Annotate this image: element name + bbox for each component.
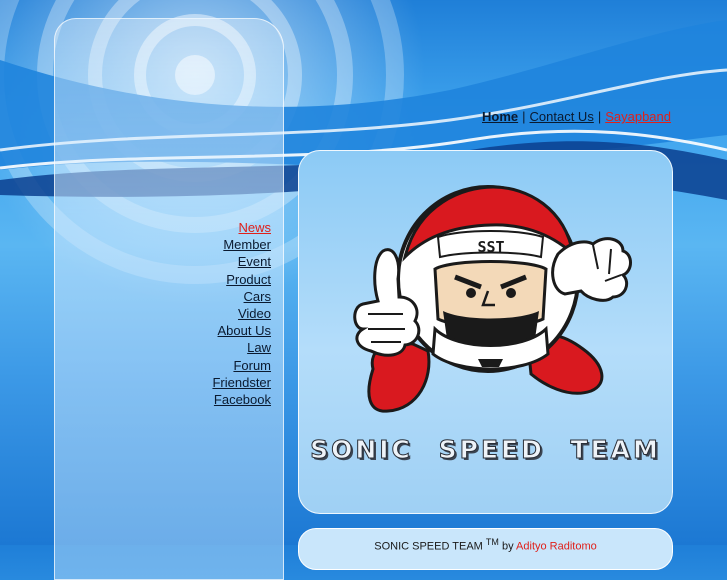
sst-mascot-image: SST: [353, 185, 632, 413]
top-navigation: Home | Contact Us | Sayapband: [482, 109, 671, 124]
sidebar-item-forum[interactable]: Forum: [150, 357, 271, 374]
sidebar-item-member[interactable]: Member: [150, 236, 271, 253]
footer-panel: SONIC SPEED TEAM TM by Adityo Raditomo: [298, 528, 673, 570]
nav-separator: |: [522, 109, 526, 124]
contact-us-link[interactable]: Contact Us: [530, 109, 594, 124]
brand-title: SONIC SPEED TEAM: [310, 435, 661, 465]
sidebar-nav: News Member Event Product Cars Video Abo…: [150, 219, 271, 422]
sidebar-item-law[interactable]: Law: [150, 339, 271, 356]
helmet-text: SST: [477, 238, 504, 256]
sidebar-item-facebook[interactable]: Facebook: [150, 391, 271, 408]
sidebar-item-event[interactable]: Event: [150, 253, 271, 270]
footer-author-link[interactable]: Adityo Raditomo: [516, 541, 597, 553]
footer-brand: SONIC SPEED TEAM: [374, 540, 483, 553]
sidebar-item-about-us[interactable]: About Us: [150, 322, 271, 339]
sidebar-item-friendster[interactable]: Friendster: [150, 374, 271, 391]
sidebar-item-news[interactable]: News: [150, 219, 271, 236]
main-content-panel: SST SONIC SPEED TEAM: [298, 150, 673, 514]
home-link[interactable]: Home: [482, 109, 518, 124]
sidebar-item-cars[interactable]: Cars: [150, 288, 271, 305]
trademark-mark: TM: [485, 537, 499, 547]
footer-by: by: [501, 540, 514, 553]
sidebar-item-video[interactable]: Video: [150, 305, 271, 322]
sidebar-item-product[interactable]: Product: [150, 271, 271, 288]
sayapband-link[interactable]: Sayapband: [605, 109, 671, 124]
nav-separator: |: [597, 109, 602, 124]
